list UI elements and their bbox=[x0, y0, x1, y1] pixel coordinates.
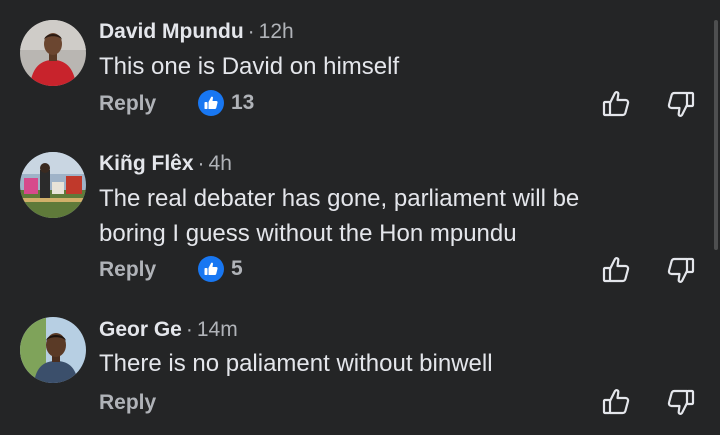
thumbs-up-outline-icon bbox=[602, 389, 630, 415]
thumbs-down-outline-icon bbox=[667, 389, 695, 415]
thumbs-down-outline-icon bbox=[667, 257, 695, 283]
separator-dot: · bbox=[185, 318, 193, 341]
downvote-button[interactable] bbox=[666, 387, 696, 417]
timestamp[interactable]: 12h bbox=[259, 20, 294, 43]
reaction-count: 5 bbox=[231, 257, 243, 280]
reaction-summary[interactable]: 5 bbox=[198, 255, 243, 283]
like-icon bbox=[198, 90, 224, 116]
separator-dot: · bbox=[247, 20, 255, 43]
upvote-button[interactable] bbox=[601, 255, 631, 285]
scrollbar[interactable] bbox=[714, 20, 718, 250]
downvote-button[interactable] bbox=[666, 89, 696, 119]
author-name[interactable]: Geor Ge bbox=[99, 318, 182, 341]
downvote-button[interactable] bbox=[666, 255, 696, 285]
thumbs-up-outline-icon bbox=[602, 91, 630, 117]
avatar[interactable] bbox=[20, 152, 86, 218]
timestamp[interactable]: 4h bbox=[209, 152, 232, 175]
reply-button[interactable]: Reply bbox=[99, 391, 156, 415]
reply-button[interactable]: Reply bbox=[99, 92, 156, 116]
like-icon bbox=[198, 256, 224, 282]
reply-button[interactable]: Reply bbox=[99, 258, 156, 282]
author-name[interactable]: Kiñg Flêx bbox=[99, 152, 194, 175]
comment-text: This one is David on himself bbox=[99, 53, 400, 80]
thumbs-up-outline-icon bbox=[602, 257, 630, 283]
author-name[interactable]: David Mpundu bbox=[99, 20, 244, 43]
upvote-button[interactable] bbox=[601, 387, 631, 417]
avatar[interactable] bbox=[20, 20, 86, 86]
comment-text: There is no paliament without binwell bbox=[99, 350, 493, 377]
separator-dot: · bbox=[197, 152, 205, 175]
thumbs-down-outline-icon bbox=[667, 91, 695, 117]
timestamp[interactable]: 14m bbox=[197, 318, 238, 341]
reaction-summary[interactable]: 13 bbox=[198, 89, 254, 117]
comment-header: Geor Ge · 14m bbox=[99, 318, 238, 342]
reaction-count: 13 bbox=[231, 91, 255, 114]
comment-text: The real debater has gone, parliament wi… bbox=[99, 185, 580, 247]
comment-header: Kiñg Flêx · 4h bbox=[99, 152, 232, 176]
upvote-button[interactable] bbox=[601, 89, 631, 119]
avatar[interactable] bbox=[20, 317, 86, 383]
comment-header: David Mpundu · 12h bbox=[99, 20, 294, 44]
